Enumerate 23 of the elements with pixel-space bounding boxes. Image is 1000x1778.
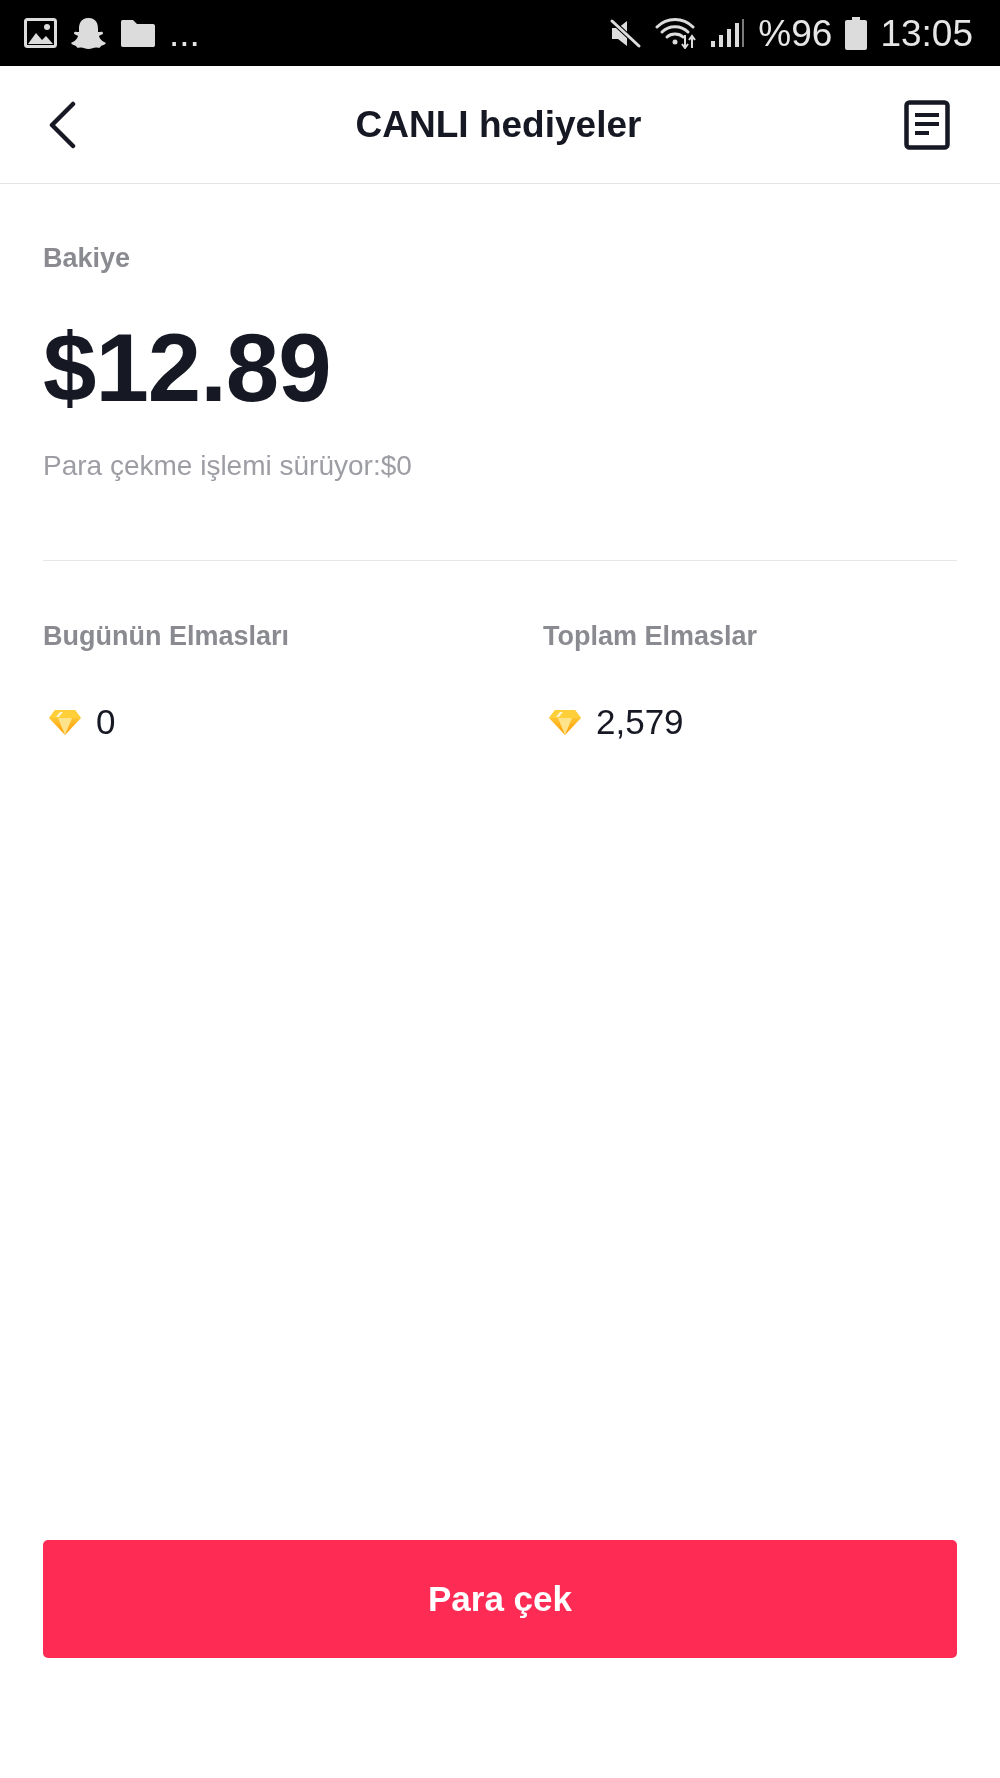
balance-label: Bakiye: [43, 242, 132, 274]
image-icon: [24, 18, 57, 48]
folder-icon: [120, 18, 156, 48]
diamonds-count: 2,579: [596, 702, 684, 742]
diamonds-label: Bugünün Elmasları: [43, 620, 291, 652]
withdraw-button[interactable]: Para çek: [43, 1540, 957, 1658]
signal-icon: [710, 18, 746, 48]
battery-icon: [845, 16, 868, 50]
page-title: CANLI hediyeler: [355, 102, 642, 147]
diamond-icon: [548, 708, 582, 736]
wifi-icon: [655, 17, 698, 49]
clock-time: 13:05: [880, 12, 973, 56]
balance-amount: $12.89: [43, 320, 332, 416]
more-notifications-indicator: ...: [169, 12, 200, 56]
diamonds-label: Toplam Elmaslar: [543, 620, 759, 652]
muted-speaker-icon: [609, 17, 643, 49]
document-icon[interactable]: [904, 99, 950, 150]
back-icon[interactable]: [47, 100, 77, 149]
diamond-icon: [48, 708, 82, 736]
diamonds-count: 0: [96, 702, 116, 742]
pending-withdrawal-text: Para çekme işlemi sürüyor:$0: [43, 450, 413, 482]
ghost-icon: [70, 16, 107, 50]
battery-percent: %96: [758, 12, 833, 56]
